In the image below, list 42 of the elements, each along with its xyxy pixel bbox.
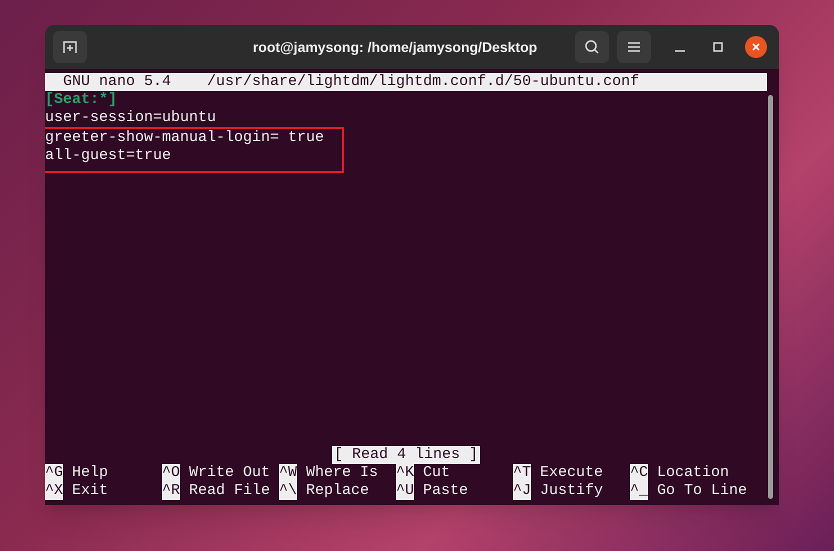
close-icon: [751, 42, 761, 52]
shortcut-label: Write Out: [189, 464, 270, 482]
shortcut-key: ^J: [513, 482, 532, 500]
shortcut-key: ^U: [396, 482, 414, 500]
shortcut-label: Execute: [540, 464, 604, 482]
shortcut-label: Replace: [306, 482, 370, 500]
shortcut-key: ^_: [630, 482, 648, 500]
shortcut-key: ^K: [396, 464, 414, 482]
window-title: root@jamysong: /home/jamysong/Desktop: [252, 38, 538, 57]
search-icon: [584, 39, 600, 55]
search-button[interactable]: [575, 31, 609, 63]
config-line: all-guest=true: [45, 147, 172, 165]
shortcut-label: Justify: [540, 482, 604, 500]
shortcut-key: ^T: [513, 464, 532, 482]
new-tab-icon: [62, 39, 78, 55]
shortcut-label: Help: [72, 464, 108, 482]
shortcut-key: ^R: [162, 482, 180, 500]
new-tab-button[interactable]: [53, 31, 87, 63]
shortcut-label: Exit: [72, 482, 108, 500]
file-path: /usr/share/lightdm/lightdm.conf.d/50-ubuntu.conf: [207, 73, 640, 91]
config-line: user-session=ubuntu: [45, 109, 216, 127]
shortcut-label: Location: [657, 464, 730, 482]
shortcut-label: Where Is: [306, 464, 378, 482]
shortcut-key: ^O: [162, 464, 180, 482]
program-name: GNU nano 5.4: [63, 73, 172, 91]
shortcut-label: Read File: [189, 482, 270, 500]
maximize-icon: [713, 42, 723, 52]
status-message: [ Read 4 lines ]: [332, 446, 480, 464]
shortcut-label: Cut: [423, 464, 450, 482]
config-line: greeter-show-manual-login= true: [45, 129, 324, 147]
shortcut-label: Paste: [423, 482, 468, 500]
shortcut-key: ^X: [45, 482, 64, 500]
menu-button[interactable]: [617, 31, 651, 63]
shortcut-key: ^G: [45, 464, 64, 482]
section-header-line: [Seat:*]: [45, 91, 118, 109]
minimize-icon: [675, 50, 685, 52]
shortcut-key: ^W: [279, 464, 298, 482]
shortcut-label: Go To Line: [657, 482, 748, 500]
menu-icon: [627, 41, 641, 53]
shortcut-key: ^C: [630, 464, 648, 482]
shortcut-key: ^\: [279, 482, 298, 500]
close-button[interactable]: [745, 36, 767, 58]
